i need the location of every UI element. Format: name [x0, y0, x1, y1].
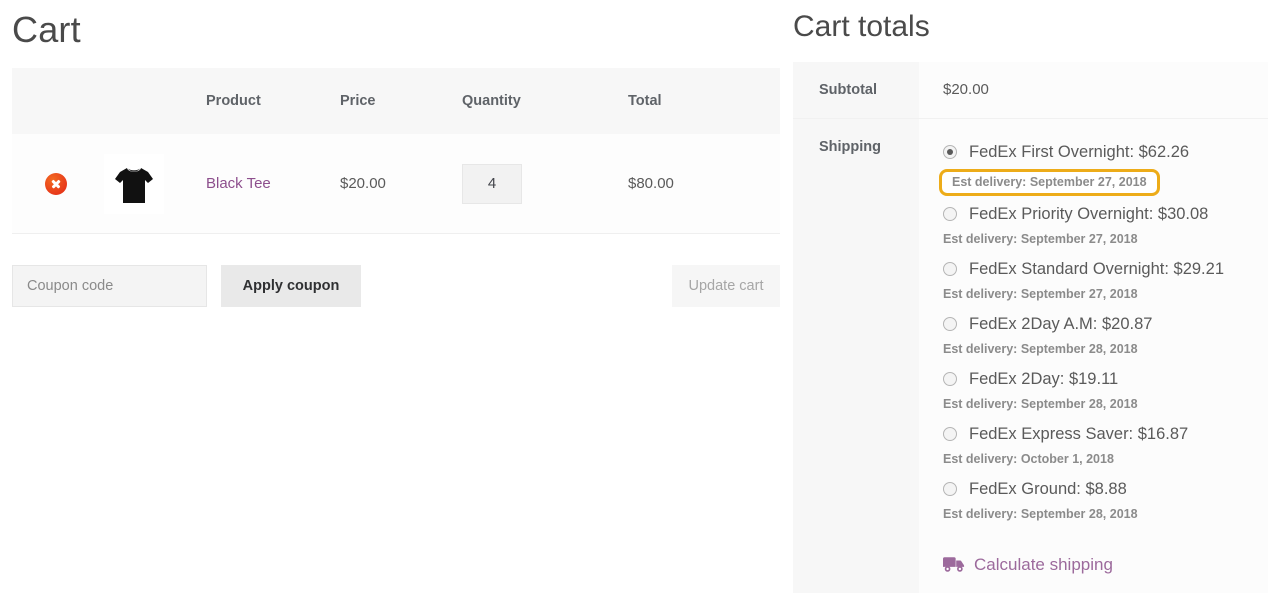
- shipping-option-0[interactable]: FedEx First Overnight: $62.26: [943, 139, 1268, 165]
- est-delivery-text: Est delivery: September 28, 2018: [943, 342, 1138, 356]
- cart-totals-title: Cart totals: [793, 10, 930, 43]
- subtotal-row: Subtotal $20.00: [793, 62, 1268, 119]
- est-delivery-text: Est delivery: September 28, 2018: [943, 507, 1138, 521]
- list-item: FedEx Priority Overnight: $30.08 Est deli…: [943, 201, 1268, 254]
- list-item: FedEx Express Saver: $16.87 Est delivery:…: [943, 421, 1268, 474]
- shipping-option-label: FedEx Ground: $8.88: [969, 479, 1127, 498]
- shipping-option-label: FedEx First Overnight: $62.26: [969, 142, 1190, 161]
- shipping-radio-6[interactable]: [943, 482, 957, 496]
- list-item: FedEx Ground: $8.88 Est delivery: Septemb…: [943, 476, 1268, 529]
- shipping-radio-0[interactable]: [943, 145, 957, 159]
- shipping-option-label: FedEx Standard Overnight: $29.21: [969, 259, 1224, 278]
- list-item: FedEx First Overnight: $62.26 Est deliver…: [939, 139, 1268, 199]
- calculate-shipping-link[interactable]: Calculate shipping: [943, 555, 1268, 575]
- apply-coupon-button[interactable]: Apply coupon: [221, 265, 361, 307]
- subtotal-value: $20.00: [943, 81, 989, 98]
- est-delivery-wrap: Est delivery: October 1, 2018: [943, 447, 1268, 474]
- cart-section: Cart Product Price Quantity Total Black …: [0, 0, 790, 616]
- shipping-radio-1[interactable]: [943, 207, 957, 221]
- remove-cell: [12, 172, 100, 195]
- cart-totals-section: Cart totals Subtotal $20.00 Shipping Fed…: [793, 0, 1268, 616]
- est-delivery-wrap: Est delivery: September 27, 2018: [939, 165, 1268, 199]
- shipping-row: Shipping FedEx First Overnight: $62.26 Es…: [793, 119, 1268, 593]
- est-delivery-wrap: Est delivery: September 28, 2018: [943, 337, 1268, 364]
- est-delivery-text: Est delivery: October 1, 2018: [943, 452, 1114, 466]
- page-title: Cart: [12, 9, 81, 50]
- est-delivery-text: Est delivery: September 28, 2018: [943, 397, 1138, 411]
- list-item: FedEx 2Day: $19.11 Est delivery: Septembe…: [943, 366, 1268, 419]
- update-cart-button[interactable]: Update cart: [672, 265, 780, 307]
- est-delivery-wrap: Est delivery: September 28, 2018: [943, 502, 1268, 529]
- column-header-product: Product: [206, 93, 261, 109]
- shipping-option-5[interactable]: FedEx Express Saver: $16.87: [943, 421, 1268, 447]
- shipping-option-1[interactable]: FedEx Priority Overnight: $30.08: [943, 201, 1268, 227]
- est-delivery-wrap: Est delivery: September 28, 2018: [943, 392, 1268, 419]
- cart-page: Cart Product Price Quantity Total Black …: [0, 0, 1268, 616]
- list-item: FedEx 2Day A.M: $20.87 Est delivery: Sept…: [943, 311, 1268, 364]
- list-item: FedEx Standard Overnight: $29.21 Est deli…: [943, 256, 1268, 309]
- truck-icon: [943, 557, 965, 572]
- product-thumbnail-link[interactable]: [104, 153, 164, 214]
- shipping-option-label: FedEx Express Saver: $16.87: [969, 424, 1189, 443]
- est-delivery-wrap: Est delivery: September 27, 2018: [943, 227, 1268, 254]
- shipping-radio-4[interactable]: [943, 372, 957, 386]
- column-header-quantity: Quantity: [462, 93, 521, 109]
- subtotal-value-cell: $20.00: [919, 62, 1268, 118]
- cart-table-header-row: Product Price Quantity Total: [12, 68, 780, 134]
- cart-totals-table: Subtotal $20.00 Shipping FedEx First Ove…: [793, 62, 1268, 593]
- shipping-option-label: FedEx 2Day: $19.11: [969, 369, 1119, 388]
- thumbnail-cell: [100, 153, 196, 214]
- est-delivery-text: Est delivery: September 27, 2018: [939, 169, 1160, 196]
- shipping-option-label: FedEx 2Day A.M: $20.87: [969, 314, 1153, 333]
- column-header-total: Total: [628, 93, 662, 109]
- est-delivery-text: Est delivery: September 27, 2018: [943, 287, 1138, 301]
- shipping-option-6[interactable]: FedEx Ground: $8.88: [943, 476, 1268, 502]
- shipping-radio-2[interactable]: [943, 262, 957, 276]
- coupon-row: Coupon code Apply coupon Update cart: [12, 265, 780, 309]
- product-total: $80.00: [628, 175, 674, 192]
- subtotal-label: Subtotal: [793, 62, 919, 118]
- black-tshirt-icon: [106, 155, 162, 212]
- column-header-price: Price: [340, 93, 376, 109]
- table-row: Black Tee $20.00 4 $80.00: [12, 134, 780, 234]
- shipping-radio-5[interactable]: [943, 427, 957, 441]
- shipping-method-list: FedEx First Overnight: $62.26 Est deliver…: [939, 139, 1268, 529]
- cart-table: Product Price Quantity Total Black Tee $…: [12, 68, 780, 234]
- shipping-option-3[interactable]: FedEx 2Day A.M: $20.87: [943, 311, 1268, 337]
- est-delivery-wrap: Est delivery: September 27, 2018: [943, 282, 1268, 309]
- shipping-option-label: FedEx Priority Overnight: $30.08: [969, 204, 1209, 223]
- est-delivery-text: Est delivery: September 27, 2018: [943, 232, 1138, 246]
- shipping-option-4[interactable]: FedEx 2Day: $19.11: [943, 366, 1268, 392]
- shipping-label: Shipping: [793, 119, 919, 593]
- calculate-shipping-label: Calculate shipping: [974, 555, 1113, 574]
- product-price: $20.00: [340, 175, 386, 192]
- quantity-cell: 4: [446, 163, 580, 204]
- shipping-radio-3[interactable]: [943, 317, 957, 331]
- quantity-input[interactable]: 4: [462, 163, 522, 204]
- shipping-value-cell: FedEx First Overnight: $62.26 Est deliver…: [919, 119, 1268, 593]
- remove-item-icon[interactable]: [45, 172, 67, 195]
- shipping-option-2[interactable]: FedEx Standard Overnight: $29.21: [943, 256, 1268, 282]
- coupon-input[interactable]: Coupon code: [12, 265, 207, 307]
- product-name-cell: Black Tee: [196, 175, 332, 192]
- product-link[interactable]: Black Tee: [206, 175, 271, 192]
